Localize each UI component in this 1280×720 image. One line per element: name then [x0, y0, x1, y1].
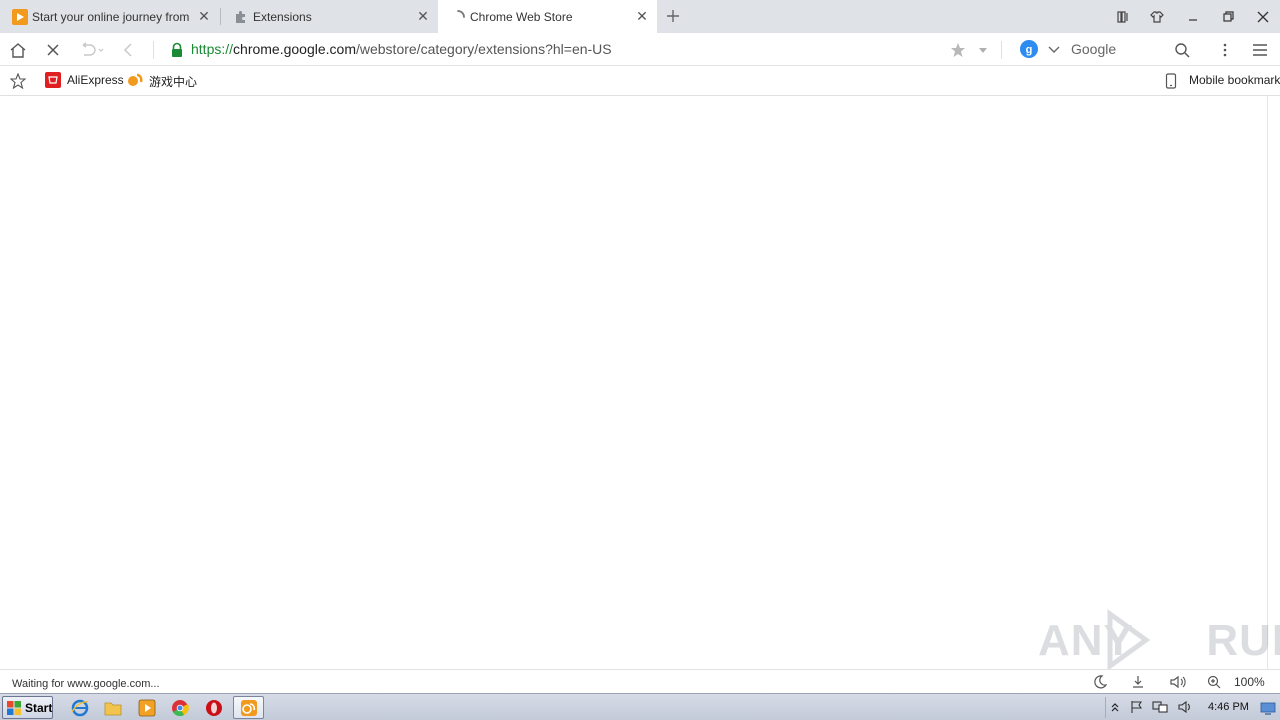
- volume-icon[interactable]: [1168, 674, 1188, 690]
- page-content[interactable]: [0, 96, 1267, 669]
- toolbar-divider: [1001, 41, 1002, 59]
- tab-title: Chrome Web Store: [470, 9, 573, 24]
- squirrel-icon: [126, 71, 144, 89]
- toolbar-divider: [153, 41, 154, 59]
- internet-explorer-icon[interactable]: [70, 698, 90, 718]
- loading-spinner-icon: [450, 9, 466, 25]
- windows-logo-icon: [6, 700, 22, 716]
- anyrun-watermark: ANY RUN: [1038, 606, 1280, 676]
- media-player-icon[interactable]: [137, 698, 157, 718]
- search-icon[interactable]: [1172, 40, 1192, 60]
- bookmark-label: AliExpress: [67, 73, 124, 87]
- bookmark-item-aliexpress[interactable]: AliExpress: [44, 66, 124, 96]
- watermark-text: ANY RUN: [1038, 616, 1280, 665]
- maximize-button[interactable]: [1219, 8, 1237, 26]
- bookmark-label: 游戏中心: [149, 75, 198, 89]
- tab-extensions[interactable]: Extensions ✕: [221, 0, 438, 33]
- url-host: chrome.google.com: [233, 41, 356, 57]
- url-scheme: https://: [191, 41, 234, 57]
- stop-loading-icon[interactable]: [43, 40, 63, 60]
- start-label: Start: [25, 700, 53, 715]
- tab-strip: Start your online journey from he ✕ Exte…: [0, 0, 1280, 33]
- close-window-button[interactable]: [1254, 8, 1272, 26]
- taskbar-clock[interactable]: 4:46 PM: [1208, 701, 1249, 713]
- show-hidden-icons-icon[interactable]: [1109, 699, 1121, 715]
- close-tab-icon[interactable]: ✕: [416, 8, 430, 24]
- navigation-toolbar: https://chrome.google.com/webstore/categ…: [0, 33, 1280, 66]
- tab-chrome-web-store[interactable]: Chrome Web Store ✕: [438, 0, 657, 33]
- minimize-button[interactable]: [1184, 8, 1202, 26]
- bookmark-item-game-center[interactable]: 游戏中心: [126, 66, 198, 96]
- night-mode-icon[interactable]: [1092, 674, 1108, 690]
- undo-close-tab-icon[interactable]: [78, 40, 106, 60]
- start-button[interactable]: Start: [2, 696, 53, 719]
- status-bar: Waiting for www.google.com... 100%: [0, 669, 1280, 693]
- close-tab-icon[interactable]: ✕: [635, 8, 649, 24]
- tab-title: Extensions: [253, 9, 312, 24]
- back-icon[interactable]: [118, 40, 138, 60]
- download-icon[interactable]: [1130, 674, 1146, 690]
- bookmarks-bar: AliExpress 游戏中心 Mobile bookmarks: [0, 66, 1280, 96]
- address-bar-url[interactable]: https://chrome.google.com/webstore/categ…: [191, 41, 612, 57]
- puzzle-piece-icon: [233, 9, 249, 25]
- star-outline-icon[interactable]: [9, 72, 27, 90]
- file-explorer-icon[interactable]: [103, 698, 123, 718]
- skin-shirt-icon[interactable]: [1148, 8, 1166, 26]
- chrome-icon[interactable]: [170, 698, 190, 718]
- bookmark-star-icon[interactable]: [949, 41, 967, 59]
- action-center-flag-icon[interactable]: [1129, 699, 1145, 715]
- windows-taskbar: Start 4:46 PM: [0, 693, 1280, 720]
- uc-browser-icon: [240, 699, 258, 717]
- zoom-icon[interactable]: [1206, 674, 1222, 690]
- lock-icon[interactable]: [169, 41, 185, 58]
- mobile-bookmarks[interactable]: Mobile bookmarks: [1164, 66, 1280, 96]
- mobile-bookmarks-label: Mobile bookmarks: [1189, 73, 1280, 87]
- sidebar-toggle-icon[interactable]: [1114, 8, 1132, 26]
- svg-text:g: g: [1026, 44, 1033, 56]
- show-desktop-icon[interactable]: [1259, 700, 1277, 716]
- home-icon[interactable]: [8, 40, 28, 60]
- mobile-phone-icon: [1165, 73, 1177, 89]
- tray-divider: [1105, 697, 1106, 718]
- zoom-level[interactable]: 100%: [1234, 675, 1265, 689]
- more-options-icon[interactable]: [1216, 40, 1234, 60]
- orange-play-icon: [12, 8, 28, 25]
- tab-start-journey[interactable]: Start your online journey from he ✕: [0, 0, 219, 33]
- aliexpress-icon: [45, 72, 61, 88]
- vertical-scrollbar[interactable]: [1267, 96, 1280, 669]
- network-icon[interactable]: [1151, 699, 1169, 715]
- opera-icon[interactable]: [204, 698, 224, 718]
- uc-browser-taskbar-button[interactable]: [233, 696, 264, 719]
- address-dropdown-icon[interactable]: [976, 43, 990, 57]
- url-path: /webstore/category/extensions?hl=en-US: [355, 41, 612, 57]
- new-tab-button[interactable]: [664, 7, 682, 25]
- tab-title: Start your online journey from he: [32, 9, 192, 24]
- chevron-down-icon[interactable]: [1046, 42, 1062, 58]
- search-input[interactable]: Google: [1071, 41, 1171, 59]
- search-engine-icon[interactable]: g: [1019, 39, 1039, 59]
- close-tab-icon[interactable]: ✕: [197, 8, 211, 24]
- status-text: Waiting for www.google.com...: [12, 678, 160, 690]
- main-menu-icon[interactable]: [1250, 40, 1270, 60]
- speaker-icon[interactable]: [1176, 699, 1194, 715]
